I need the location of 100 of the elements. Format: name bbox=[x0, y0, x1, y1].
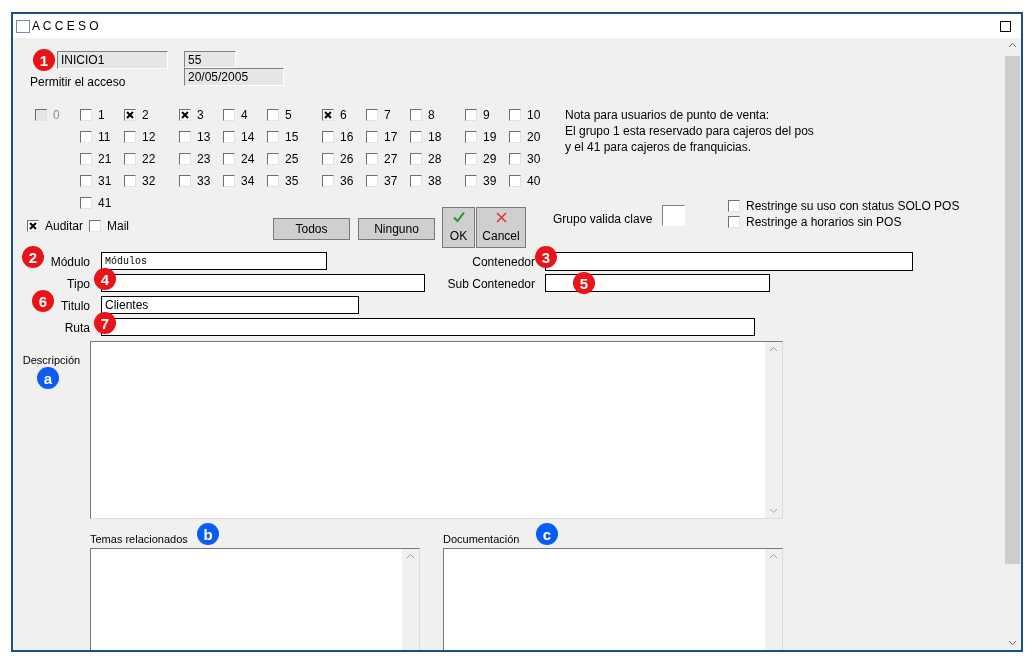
checkbox[interactable] bbox=[80, 131, 92, 143]
checkbox-label: 6 bbox=[340, 109, 347, 121]
callout-badge: 2 bbox=[22, 246, 44, 268]
checkbox-label: 21 bbox=[98, 153, 112, 165]
checkbox-label: 25 bbox=[285, 153, 299, 165]
checkbox[interactable] bbox=[80, 153, 92, 165]
checkbox[interactable] bbox=[124, 153, 136, 165]
checkbox[interactable] bbox=[179, 153, 191, 165]
checkbox-label: 30 bbox=[527, 153, 541, 165]
check-x-icon bbox=[324, 111, 332, 119]
field-label: Documentación bbox=[443, 533, 520, 545]
input-field[interactable] bbox=[101, 274, 425, 292]
checkbox-label: 39 bbox=[483, 175, 497, 187]
action-button[interactable]: Ninguno bbox=[358, 218, 435, 240]
checkbox[interactable] bbox=[267, 109, 279, 121]
checkbox-label: 15 bbox=[285, 131, 299, 143]
checkbox-label: 33 bbox=[197, 175, 211, 187]
checkbox[interactable] bbox=[267, 175, 279, 187]
checkbox[interactable] bbox=[80, 109, 92, 121]
scroll-thumb[interactable] bbox=[1005, 56, 1020, 564]
checkbox-label: 26 bbox=[340, 153, 354, 165]
checkbox-label: 37 bbox=[384, 175, 398, 187]
checkbox[interactable] bbox=[89, 220, 102, 232]
checkbox[interactable] bbox=[322, 175, 334, 187]
checkbox[interactable] bbox=[179, 109, 191, 121]
scrollbar[interactable] bbox=[765, 549, 782, 650]
note-text: El grupo 1 esta reservado para cajeros del pos bbox=[565, 123, 814, 139]
checkbox-label: 11 bbox=[98, 131, 111, 143]
checkbox[interactable] bbox=[465, 175, 477, 187]
checkbox[interactable] bbox=[465, 109, 477, 121]
checkbox-label: 17 bbox=[384, 131, 398, 143]
callout-badge: 4 bbox=[94, 268, 116, 290]
cancel-button[interactable]: Cancel bbox=[476, 207, 526, 248]
field-label: Temas relacionados bbox=[90, 533, 188, 545]
check-x-icon bbox=[181, 111, 189, 119]
checkbox-label: 35 bbox=[285, 175, 299, 187]
input-field[interactable]: Módulos bbox=[101, 252, 327, 270]
checkbox-label: Restringe su uso con status SOLO POS bbox=[746, 200, 960, 212]
checkbox-label: 16 bbox=[340, 131, 354, 143]
checkbox-label: 9 bbox=[483, 109, 490, 121]
checkbox[interactable] bbox=[410, 131, 422, 143]
note-text: y el 41 para cajeros de franquicias. bbox=[565, 139, 753, 155]
checkbox[interactable] bbox=[124, 109, 136, 121]
checkbox[interactable] bbox=[322, 131, 334, 143]
checkbox[interactable] bbox=[267, 153, 279, 165]
checkbox[interactable] bbox=[179, 175, 191, 187]
input-field[interactable] bbox=[101, 318, 755, 336]
checkbox[interactable] bbox=[267, 131, 279, 143]
checkbox[interactable] bbox=[322, 153, 334, 165]
checkbox[interactable] bbox=[509, 175, 521, 187]
scrollbar[interactable] bbox=[402, 549, 419, 650]
checkbox[interactable] bbox=[410, 153, 422, 165]
checkbox[interactable] bbox=[223, 175, 235, 187]
checkbox[interactable] bbox=[80, 175, 92, 187]
checkbox-label: 34 bbox=[241, 175, 255, 187]
checkbox[interactable] bbox=[223, 131, 235, 143]
checkbox-label: 32 bbox=[142, 175, 156, 187]
field-label: Titulo bbox=[61, 299, 90, 313]
check-x-icon bbox=[29, 222, 37, 230]
action-button[interactable]: Todos bbox=[273, 218, 350, 240]
checkbox[interactable] bbox=[223, 109, 235, 121]
note-text: Nota para usuarios de punto de venta: bbox=[565, 107, 771, 123]
checkbox[interactable] bbox=[465, 153, 477, 165]
checkbox[interactable] bbox=[366, 153, 378, 165]
checkbox-label: 20 bbox=[527, 131, 541, 143]
input-field[interactable] bbox=[545, 274, 770, 292]
checkbox[interactable] bbox=[509, 109, 521, 121]
checkbox[interactable] bbox=[179, 131, 191, 143]
input-field[interactable]: Clientes bbox=[101, 296, 359, 314]
checkbox[interactable] bbox=[124, 131, 136, 143]
name-field: INICIO1 bbox=[57, 51, 168, 69]
checkbox[interactable] bbox=[366, 131, 378, 143]
checkbox[interactable] bbox=[366, 175, 378, 187]
field-label: Tipo bbox=[67, 277, 90, 291]
checkbox[interactable] bbox=[366, 109, 378, 121]
check-x-icon bbox=[126, 111, 134, 119]
checkbox[interactable] bbox=[322, 109, 334, 121]
maximize-icon[interactable] bbox=[1000, 20, 1011, 32]
checkbox[interactable] bbox=[27, 220, 39, 232]
checkbox[interactable] bbox=[509, 153, 521, 165]
checkbox[interactable] bbox=[465, 131, 477, 143]
checkbox-label: 24 bbox=[241, 153, 255, 165]
checkbox[interactable] bbox=[124, 175, 136, 187]
input-field[interactable] bbox=[662, 205, 685, 226]
ok-button[interactable]: OK bbox=[442, 207, 475, 248]
checkbox[interactable] bbox=[223, 153, 235, 165]
checkbox-label: 4 bbox=[241, 109, 248, 121]
checkbox-label: 13 bbox=[197, 131, 211, 143]
checkbox[interactable] bbox=[410, 109, 422, 121]
checkbox-label: 10 bbox=[527, 109, 541, 121]
field-label: Descripción bbox=[22, 353, 81, 368]
checkbox[interactable] bbox=[509, 131, 521, 143]
checkbox-label: 27 bbox=[384, 153, 398, 165]
checkbox[interactable] bbox=[728, 200, 740, 212]
checkbox[interactable] bbox=[410, 175, 422, 187]
checkbox[interactable] bbox=[80, 197, 92, 209]
checkbox-label: 0 bbox=[53, 109, 60, 121]
checkbox[interactable] bbox=[728, 216, 740, 228]
callout-badge: c bbox=[536, 523, 558, 545]
callout-badge: a bbox=[37, 367, 59, 389]
